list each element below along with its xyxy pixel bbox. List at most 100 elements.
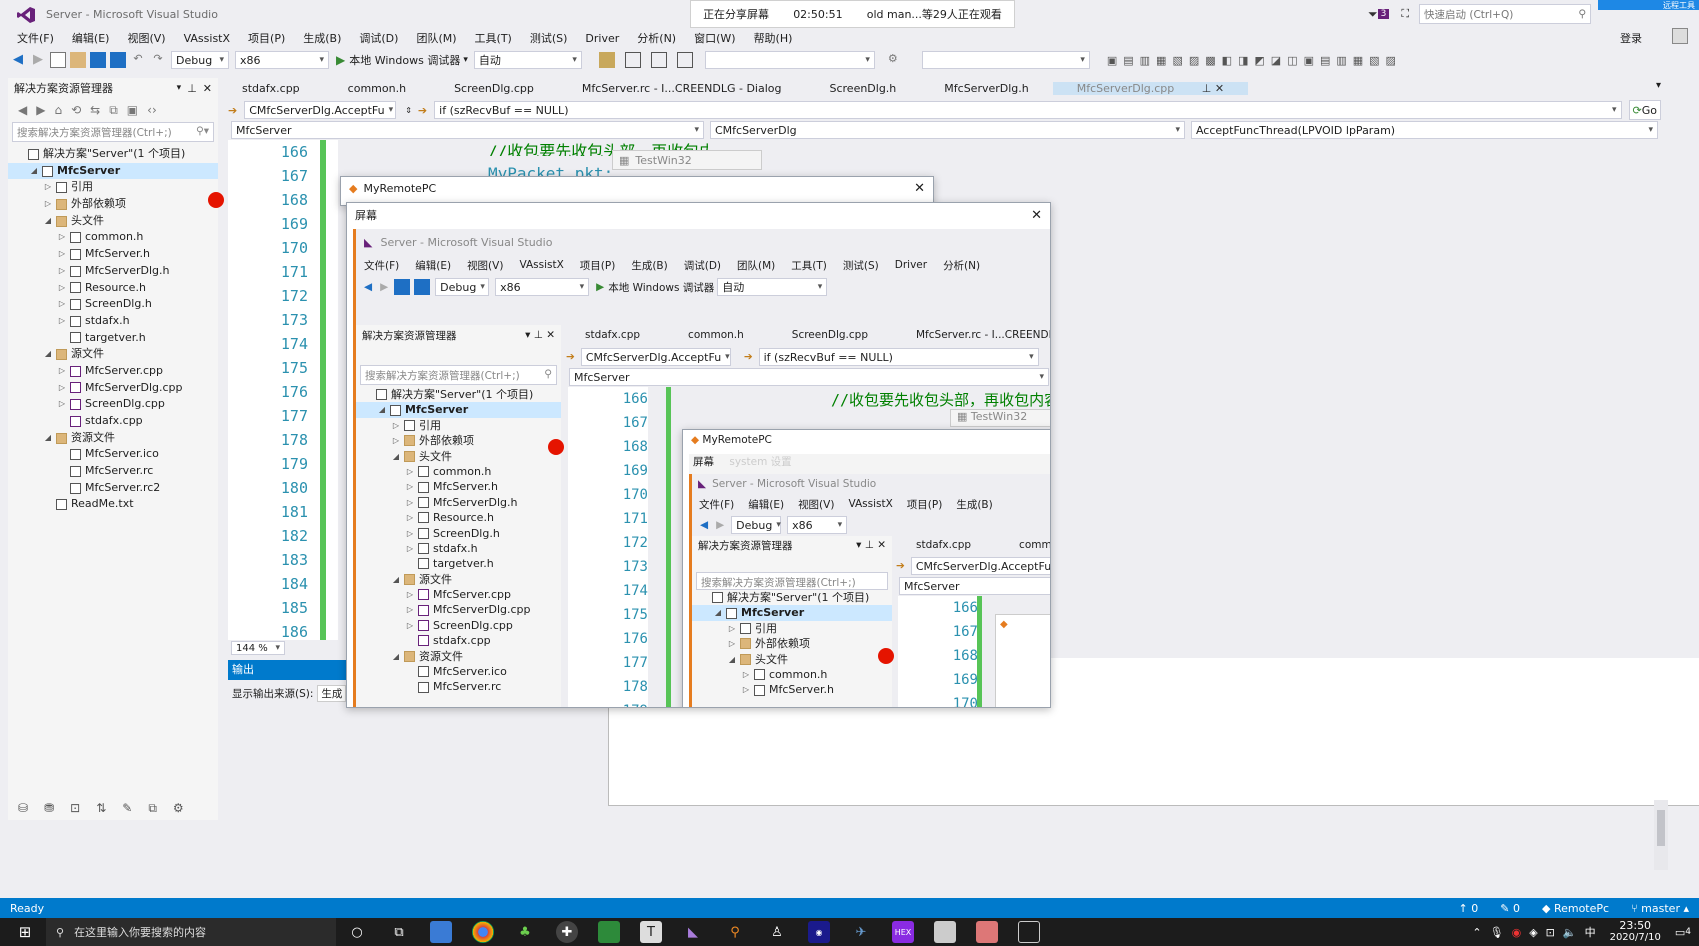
network-icon[interactable]: ⊡ (1546, 926, 1555, 939)
tree-item[interactable]: ◢ 头文件 (8, 213, 218, 230)
collapsed-chevron-icon[interactable]: ▷ (56, 363, 68, 380)
project-combo[interactable]: MfcServer (231, 121, 704, 139)
notification-center[interactable]: ▭ 4 (1675, 926, 1691, 939)
collapsed-chevron-icon[interactable]: ▷ (404, 587, 416, 602)
tray-app-icon[interactable]: ◈ (1529, 926, 1537, 939)
menu-item[interactable]: 测试(S) (521, 30, 577, 46)
save-all-icon[interactable] (110, 52, 126, 68)
collapsed-chevron-icon[interactable]: ▷ (56, 263, 68, 280)
output-source-value[interactable]: 生成 (317, 684, 347, 702)
se-footer-icon-3[interactable]: ⊡ (70, 801, 80, 815)
expanded-chevron-icon[interactable]: ◢ (42, 346, 54, 363)
scope-spinner-icon[interactable]: ⇕ (405, 106, 412, 115)
tree-item[interactable]: ▷ 引用 (8, 179, 218, 196)
scope-combo[interactable]: CMfcServerDlg.AcceptFu (244, 101, 397, 119)
clock[interactable]: 23:50 2020/7/10 (1610, 920, 1661, 944)
se-forward-icon[interactable]: ▶ (36, 103, 45, 117)
paint-icon[interactable] (976, 921, 998, 943)
collapsed-chevron-icon[interactable]: ▷ (390, 433, 402, 448)
collapsed-chevron-icon[interactable]: ▷ (56, 380, 68, 397)
windows-start-icon[interactable]: ⊞ (14, 921, 36, 943)
collapsed-chevron-icon[interactable]: ▷ (404, 464, 416, 479)
tab-5[interactable]: MfcServerDlg.h (920, 82, 1052, 95)
config-select[interactable]: Debug (171, 51, 229, 69)
tray-chevron-icon[interactable]: ⌃ (1472, 926, 1481, 939)
pencil-icon[interactable]: ✎ (1500, 902, 1513, 915)
collapsed-chevron-icon[interactable]: ▷ (404, 510, 416, 525)
calendar-icon[interactable] (1018, 921, 1040, 943)
se-footer-icon-4[interactable]: ⇅ (96, 801, 106, 815)
collapsed-chevron-icon[interactable]: ▷ (740, 667, 752, 682)
tab-2[interactable]: ScreenDlg.cpp (430, 82, 558, 95)
collapsed-chevron-icon[interactable]: ▷ (726, 621, 738, 636)
collapsed-chevron-icon[interactable]: ▷ (404, 495, 416, 510)
task-view-icon[interactable]: ⧉ (388, 921, 410, 943)
collapsed-chevron-icon[interactable]: ▷ (404, 541, 416, 556)
breakpoint-icon[interactable] (208, 192, 224, 208)
class-combo[interactable]: CMfcServerDlg (709, 121, 1185, 139)
tab-0[interactable]: stdafx.cpp (218, 82, 324, 95)
tree-item[interactable]: ▷ MfcServer.cpp (8, 363, 218, 380)
repo-icon[interactable]: ◆ (1542, 902, 1554, 915)
tab-close-icon[interactable]: ⊥ ✕ (1186, 82, 1236, 95)
expanded-chevron-icon[interactable]: ◢ (726, 652, 738, 667)
expanded-chevron-icon[interactable]: ◢ (42, 213, 54, 230)
user-icon[interactable] (1672, 28, 1688, 44)
open-file-icon[interactable] (70, 52, 86, 68)
tree-item[interactable]: stdafx.cpp (8, 413, 218, 430)
save-icon[interactable] (90, 52, 106, 68)
show-all-files-icon[interactable]: ▣ (127, 103, 138, 117)
editor-scrollbar[interactable] (1654, 800, 1668, 870)
push-icon[interactable]: ↑ (1459, 902, 1472, 915)
condition-combo[interactable]: if (szRecvBuf == NULL) (434, 101, 1622, 119)
collapsed-chevron-icon[interactable]: ▷ (404, 479, 416, 494)
pin-icon[interactable]: ⊥ (187, 82, 197, 95)
home-icon[interactable]: ⌂ (54, 103, 62, 117)
expanded-chevron-icon[interactable]: ◢ (28, 163, 40, 180)
collapsed-chevron-icon[interactable]: ▷ (42, 179, 54, 196)
hex-editor-icon[interactable]: HEX (892, 921, 914, 943)
tree-item[interactable]: ReadMe.txt (8, 496, 218, 513)
tab-3[interactable]: MfcServer.rc - I...CREENDLG - Dialog (558, 82, 806, 95)
collapsed-chevron-icon[interactable]: ▷ (404, 526, 416, 541)
run-dropdown-icon[interactable]: ▾ (463, 55, 468, 65)
back-icon[interactable]: ◀ (10, 52, 26, 68)
attach-icon[interactable] (598, 52, 615, 68)
text-editor-icon[interactable]: T (640, 921, 662, 943)
close-icon[interactable]: ✕ (1031, 208, 1042, 223)
tree-item[interactable]: ▷ Resource.h (8, 280, 218, 297)
menu-item[interactable]: 生成(B) (294, 30, 350, 46)
tree-item[interactable]: ◢ 源文件 (8, 346, 218, 363)
chrome-icon[interactable] (472, 921, 494, 943)
function-combo[interactable]: AcceptFuncThread(LPVOID lpParam) (1190, 121, 1658, 139)
run-play-icon[interactable]: ▶ (336, 53, 345, 67)
clover-icon[interactable]: ♣ (514, 921, 536, 943)
find-icon[interactable] (676, 52, 693, 68)
run-label[interactable]: 本地 Windows 调试器 (349, 52, 460, 68)
tree-item[interactable]: MfcServer.rc (8, 463, 218, 480)
shield-app-icon[interactable]: ✚ (556, 921, 578, 943)
menu-item[interactable]: 团队(M) (407, 30, 465, 46)
collapsed-chevron-icon[interactable]: ▷ (404, 602, 416, 617)
remote-tool-badge[interactable]: 远程工具 (1598, 0, 1699, 10)
expanded-chevron-icon[interactable]: ◢ (42, 430, 54, 447)
platform-select[interactable]: x86 (235, 51, 329, 69)
menu-item[interactable]: 窗口(W) (685, 30, 744, 46)
visual-studio-icon[interactable]: ◣ (682, 921, 704, 943)
thread-combo[interactable] (921, 51, 1090, 69)
collapsed-chevron-icon[interactable]: ▷ (740, 682, 752, 697)
pc-icon[interactable] (430, 921, 452, 943)
tree-item[interactable]: ▷ stdafx.h (8, 313, 218, 330)
expanded-chevron-icon[interactable]: ◢ (390, 572, 402, 587)
zoom-combo[interactable]: 144 % (231, 641, 285, 655)
status-repo[interactable]: RemotePc (1554, 902, 1609, 915)
tree-item[interactable]: MfcServer.rc2 (8, 480, 218, 497)
tree-item[interactable]: ◢ MfcServer (8, 162, 218, 180)
menu-item[interactable]: VAssistX (175, 32, 239, 45)
panel-dropdown-icon[interactable]: ▾ (177, 83, 182, 93)
breakpoint-icon[interactable] (878, 648, 894, 664)
tab-4[interactable]: ScreenDlg.h (805, 82, 920, 95)
solution-search-input[interactable]: 搜索解决方案资源管理器(Ctrl+;) ⚲▾ (12, 122, 214, 142)
collapsed-chevron-icon[interactable]: ▷ (56, 396, 68, 413)
tree-item[interactable]: ▷ common.h (8, 229, 218, 246)
